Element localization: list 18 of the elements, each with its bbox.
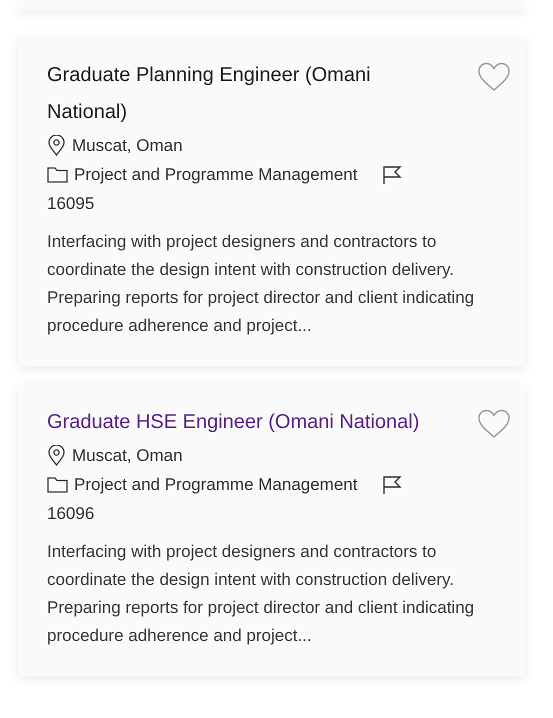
job-description: Interfacing with project designers and contractors to coordinate the design intent with construction delivery. Preparing reports for project director and client indicating procedure adherence and project... bbox=[47, 231, 476, 337]
job-reference-number: 16095 bbox=[47, 193, 96, 215]
location-pin-icon bbox=[47, 135, 66, 156]
flag-icon[interactable] bbox=[382, 164, 402, 184]
location-pin-icon bbox=[47, 445, 66, 466]
job-location: Muscat, Oman bbox=[72, 445, 183, 467]
heart-icon[interactable] bbox=[477, 62, 511, 92]
flag-icon[interactable] bbox=[382, 474, 402, 494]
job-title-link[interactable]: Graduate HSE Engineer (Omani National) bbox=[47, 404, 437, 441]
heart-icon[interactable] bbox=[477, 409, 511, 439]
folder-icon bbox=[47, 476, 68, 493]
job-title-link[interactable]: Graduate Planning Engineer (Omani National) bbox=[47, 57, 437, 131]
job-description: Interfacing with project designers and contractors to coordinate the design intent with construction delivery. Preparing reports for project director and client indicating procedure adherence and project... bbox=[47, 541, 476, 647]
job-location: Muscat, Oman bbox=[72, 135, 183, 157]
job-category: Project and Programme Management bbox=[74, 474, 358, 496]
job-category: Project and Programme Management bbox=[74, 164, 358, 186]
folder-icon bbox=[47, 166, 68, 183]
job-reference-number: 16096 bbox=[47, 503, 96, 525]
